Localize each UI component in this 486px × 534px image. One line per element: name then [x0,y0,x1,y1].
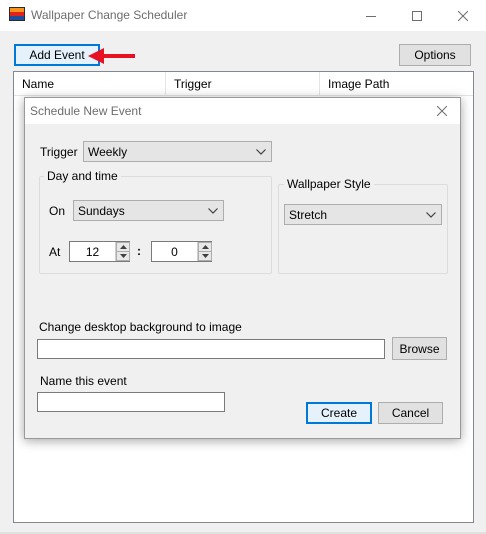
on-label: On [49,204,66,218]
hour-value: 12 [85,244,100,259]
chevron-down-icon [119,254,127,258]
app-icon [9,7,25,21]
dialog-titlebar: Schedule New Event [25,98,460,124]
cancel-button[interactable]: Cancel [378,402,443,424]
wallpaper-style-value: Stretch [289,207,328,222]
wallpaper-style-group [278,184,448,274]
day-value: Sundays [78,203,125,218]
hour-stepper[interactable]: 12 [69,241,130,262]
close-button[interactable] [440,0,486,31]
trigger-value: Weekly [88,144,128,159]
minimize-button[interactable] [348,0,394,31]
chevron-down-icon [256,148,266,155]
close-icon [458,10,468,21]
chevron-down-icon [426,211,436,218]
dialog-close-button[interactable] [429,100,455,122]
hour-down-button[interactable] [116,251,130,261]
chevron-down-icon [208,207,218,214]
minute-down-button[interactable] [198,251,212,261]
wallpaper-style-select[interactable]: Stretch [284,204,442,225]
at-label: At [49,245,61,259]
hour-spin-buttons [115,242,130,261]
time-separator: : [137,244,141,258]
minute-spin-buttons [197,242,212,261]
browse-button[interactable]: Browse [392,337,447,360]
chevron-up-icon [201,245,209,249]
column-header-image-path[interactable]: Image Path [320,72,473,96]
maximize-button[interactable] [394,0,440,31]
event-name-label: Name this event [40,374,127,388]
schedule-dialog: Schedule New Event Trigger Weekly Day an… [24,97,461,439]
trigger-label: Trigger [40,145,78,159]
maximize-icon [412,10,422,21]
options-button[interactable]: Options [399,44,471,66]
day-time-group-title: Day and time [44,169,121,183]
wallpaper-style-group-title: Wallpaper Style [284,177,374,191]
list-header: Name Trigger Image Path [14,72,473,96]
chevron-down-icon [201,254,209,258]
day-select[interactable]: Sundays [73,200,224,221]
event-name-input[interactable] [37,392,225,412]
close-icon [437,106,447,116]
image-label: Change desktop background to image [39,320,242,334]
annotation-arrow-icon [88,48,135,64]
trigger-select[interactable]: Weekly [83,141,272,162]
minute-value: 0 [171,244,178,259]
minimize-icon [366,15,376,17]
column-header-trigger[interactable]: Trigger [166,72,320,96]
minute-stepper[interactable]: 0 [151,241,212,262]
create-button[interactable]: Create [306,402,372,424]
image-path-input[interactable] [37,339,385,359]
window-title: Wallpaper Change Scheduler [31,8,188,22]
main-titlebar: Wallpaper Change Scheduler [0,0,486,31]
chevron-up-icon [119,245,127,249]
column-header-name[interactable]: Name [14,72,166,96]
dialog-title: Schedule New Event [30,104,142,118]
